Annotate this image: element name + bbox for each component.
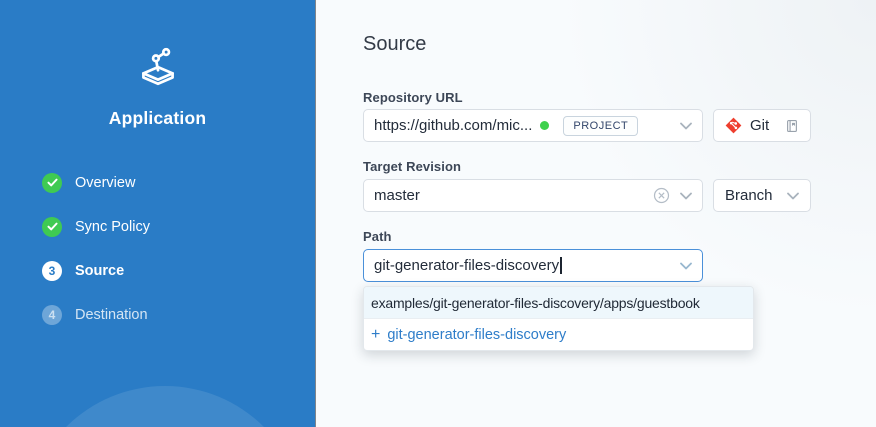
path-option-create-new[interactable]: + git-generator-files-discovery bbox=[364, 319, 753, 350]
repository-url-input[interactable]: https://github.com/mic... PROJECT bbox=[363, 109, 703, 142]
repository-url-value: https://github.com/mic... bbox=[374, 117, 532, 134]
target-revision-input[interactable]: master bbox=[363, 179, 703, 212]
path-value: git-generator-files-discovery bbox=[374, 257, 559, 274]
step-label: Destination bbox=[75, 307, 148, 323]
application-icon bbox=[133, 40, 183, 90]
step-overview[interactable]: Overview bbox=[42, 172, 295, 193]
decorative-circle bbox=[25, 386, 305, 427]
step-sync-policy[interactable]: Sync Policy bbox=[42, 216, 295, 237]
step-number-badge: 4 bbox=[42, 305, 62, 325]
project-badge: PROJECT bbox=[563, 116, 638, 136]
sidebar-header: Application bbox=[0, 40, 315, 129]
chevron-down-icon[interactable] bbox=[680, 192, 692, 200]
connection-status-dot bbox=[540, 121, 549, 130]
chevron-down-icon[interactable] bbox=[787, 192, 799, 200]
step-label: Source bbox=[75, 263, 124, 279]
git-logo-icon bbox=[725, 117, 742, 134]
repository-type-selector[interactable]: Git bbox=[713, 109, 811, 142]
step-destination[interactable]: 4 Destination bbox=[42, 304, 295, 325]
step-label: Sync Policy bbox=[75, 219, 150, 235]
path-option-label: git-generator-files-discovery bbox=[387, 327, 566, 343]
clear-icon[interactable] bbox=[653, 187, 670, 204]
wizard-title: Application bbox=[0, 108, 315, 129]
path-option[interactable]: examples/git-generator-files-discovery/a… bbox=[364, 287, 753, 319]
chevron-down-icon[interactable] bbox=[680, 122, 692, 130]
revision-type-label: Branch bbox=[725, 187, 773, 204]
path-input[interactable]: git-generator-files-discovery bbox=[363, 249, 703, 282]
revision-type-selector[interactable]: Branch bbox=[713, 179, 811, 212]
check-icon bbox=[42, 173, 62, 193]
step-number-badge: 3 bbox=[42, 261, 62, 281]
target-revision-value: master bbox=[374, 187, 420, 204]
wizard-steps: Overview Sync Policy 3 Source 4 Destinat… bbox=[42, 172, 295, 348]
wizard-sidebar: Application Overview Sync Policy 3 Sourc… bbox=[0, 0, 316, 427]
plus-icon: + bbox=[371, 327, 380, 343]
repository-book-icon[interactable] bbox=[785, 119, 799, 133]
source-step-panel: Source Repository URL https://github.com… bbox=[316, 0, 876, 427]
chevron-down-icon[interactable] bbox=[680, 262, 692, 270]
target-revision-label: Target Revision bbox=[363, 159, 461, 174]
path-suggestions-dropdown: examples/git-generator-files-discovery/a… bbox=[363, 286, 754, 351]
page-title: Source bbox=[363, 33, 426, 56]
step-source[interactable]: 3 Source bbox=[42, 260, 295, 281]
repository-type-label: Git bbox=[750, 117, 769, 134]
repository-url-label: Repository URL bbox=[363, 90, 463, 105]
path-label: Path bbox=[363, 229, 392, 244]
text-cursor bbox=[560, 257, 562, 274]
check-icon bbox=[42, 217, 62, 237]
step-label: Overview bbox=[75, 175, 135, 191]
